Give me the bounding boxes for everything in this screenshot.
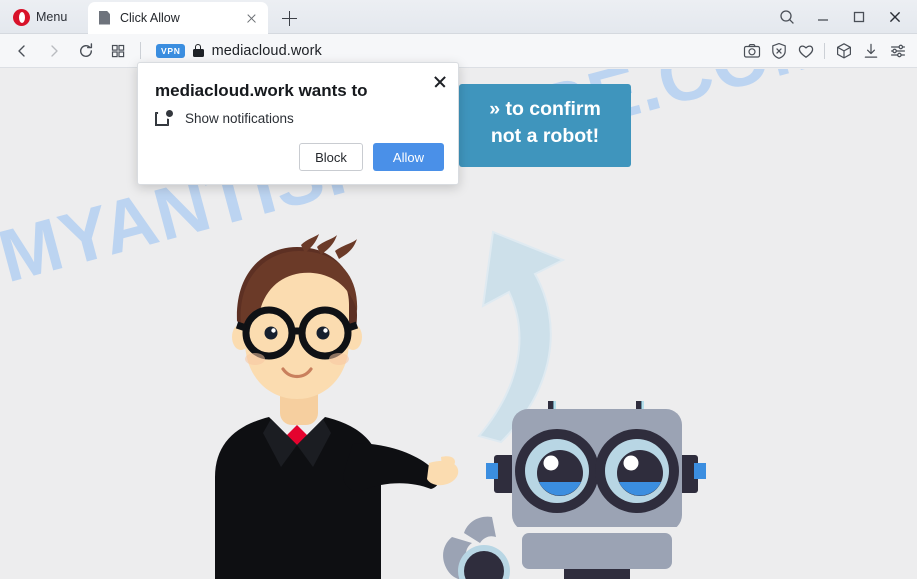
tools-divider xyxy=(824,42,825,59)
dialog-title: mediacloud.work wants to xyxy=(155,81,368,100)
padlock-icon[interactable] xyxy=(192,43,205,58)
toolbar-divider xyxy=(140,42,141,59)
show-notifications-icon xyxy=(155,110,173,127)
page-document-icon xyxy=(99,10,112,26)
close-icon[interactable] xyxy=(243,10,260,27)
vpn-badge[interactable]: VPN xyxy=(156,43,185,58)
notification-permission-dialog: mediacloud.work wants to Show notificati… xyxy=(137,62,459,185)
browser-tab-click-allow[interactable]: Click Allow xyxy=(88,2,268,34)
businessman-pointing-illustration xyxy=(185,229,465,579)
search-icon[interactable] xyxy=(769,2,805,32)
close-icon[interactable] xyxy=(877,2,913,32)
url-text: mediacloud.work xyxy=(211,42,322,59)
dialog-actions: Block Allow xyxy=(299,143,444,171)
sliders-icon[interactable] xyxy=(884,37,911,65)
allow-button[interactable]: Allow xyxy=(372,143,444,171)
opera-menu-label: Menu xyxy=(36,10,68,24)
chevron-left-icon[interactable] xyxy=(6,36,38,66)
download-icon[interactable] xyxy=(857,37,884,65)
camera-icon[interactable] xyxy=(738,37,765,65)
block-button[interactable]: Block xyxy=(299,143,363,171)
robot-mascot-illustration xyxy=(440,399,785,579)
window-controls xyxy=(769,0,913,34)
reload-icon[interactable] xyxy=(70,36,102,66)
minimize-icon[interactable] xyxy=(805,2,841,32)
shield-x-icon[interactable] xyxy=(765,37,792,65)
browser-tools xyxy=(738,37,917,65)
heart-icon[interactable] xyxy=(792,37,819,65)
tab-strip: Menu Click Allow xyxy=(0,0,917,34)
permission-label: Show notifications xyxy=(185,111,294,126)
close-icon[interactable] xyxy=(430,71,450,91)
confirm-banner: » to confirm not a robot! xyxy=(459,84,631,167)
tab-grid-icon[interactable] xyxy=(102,36,134,66)
cube-icon[interactable] xyxy=(830,37,857,65)
permission-row: Show notifications xyxy=(155,110,294,127)
maximize-icon[interactable] xyxy=(841,2,877,32)
confirm-banner-line-2: not a robot! xyxy=(490,125,600,147)
opera-browser-window: Menu Click Allow VPN mediacloud.work » t… xyxy=(0,0,917,579)
url-field[interactable]: VPN mediacloud.work xyxy=(147,37,738,64)
opera-menu-button[interactable]: Menu xyxy=(6,4,74,30)
chevron-right-icon[interactable] xyxy=(38,36,70,66)
opera-logo-icon xyxy=(13,8,30,26)
confirm-banner-line-1: » to confirm xyxy=(489,98,601,120)
plus-icon[interactable] xyxy=(278,7,301,30)
tab-title: Click Allow xyxy=(120,11,180,25)
